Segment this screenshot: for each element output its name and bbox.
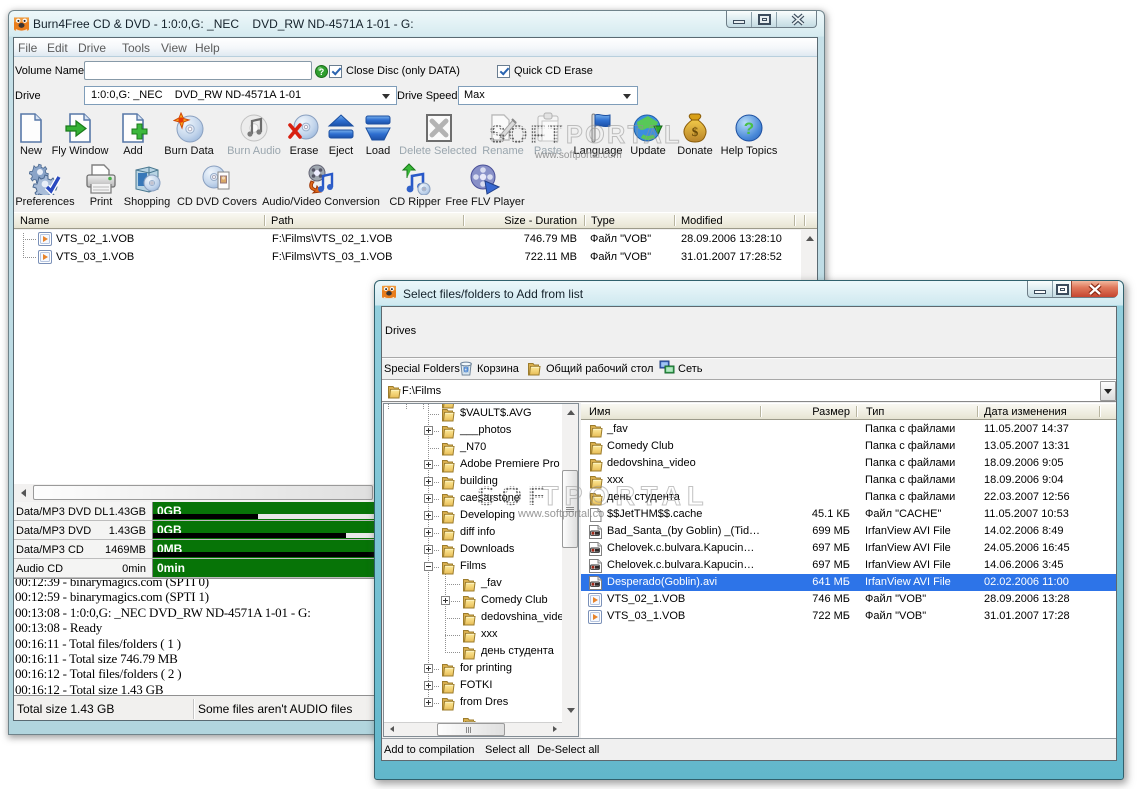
svg-text:?: ? (744, 119, 754, 138)
svg-text:$: $ (692, 124, 699, 139)
svg-text:?: ? (319, 67, 325, 77)
